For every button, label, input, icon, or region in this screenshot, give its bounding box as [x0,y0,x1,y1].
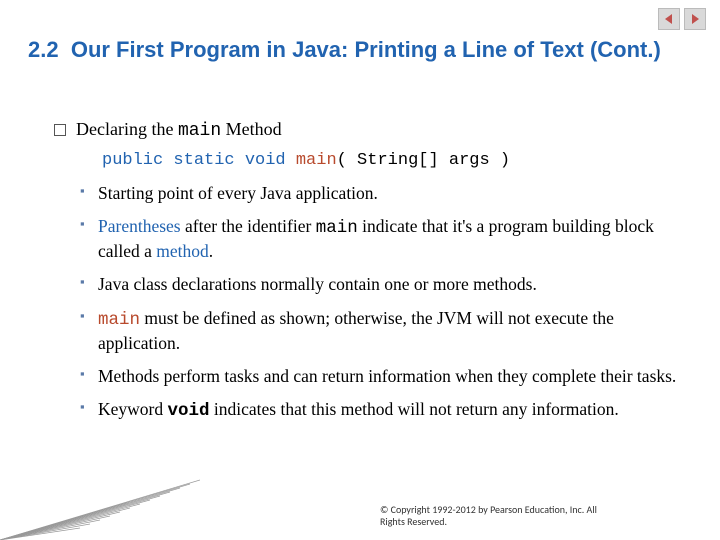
list-item: Methods perform tasks and can return inf… [80,365,680,388]
code-text: main [316,218,358,238]
body-text: must be defined as shown; otherwise, the… [98,308,614,353]
prev-button[interactable] [658,8,680,30]
code-snippet: public static void main( String[] args ) [102,150,680,172]
code-keywords: public static void [102,151,286,170]
heading-item: Declaring the main Method [54,118,680,144]
code-rest: ( String[] args ) [337,151,510,170]
body-text: . [209,241,213,261]
keyword-text: void [168,401,210,421]
copyright-text: © Copyright 1992-2012 by Pearson Educati… [380,504,600,528]
section-number: 2.2 [28,37,59,62]
heading-code: main [178,121,221,141]
code-text: main [98,310,140,330]
body-text: Starting point of every Java application… [98,183,378,203]
next-button[interactable] [684,8,706,30]
list-item: Parentheses after the identifier main in… [80,215,680,263]
body-text: Java class declarations normally contain… [98,274,537,294]
list-item: Keyword void indicates that this method … [80,398,680,423]
slide-body: Declaring the main Method public static … [54,118,680,433]
term-text: method [156,241,209,261]
body-text: Methods perform tasks and can return inf… [98,366,676,386]
corner-decoration [0,460,200,540]
list-item: Java class declarations normally contain… [80,273,680,296]
nav-controls [658,8,706,30]
term-text: Parentheses [98,216,181,236]
slide-title: 2.2 Our First Program in Java: Printing … [28,36,690,65]
heading-pre: Declaring the [76,119,178,139]
body-text: after the identifier [181,216,316,236]
code-function: main [296,151,337,170]
arrow-right-icon [689,13,701,25]
body-text: indicates that this method will not retu… [210,399,619,419]
list-item: Starting point of every Java application… [80,182,680,205]
title-text: Our First Program in Java: Printing a Li… [71,37,661,62]
body-text: Keyword [98,399,168,419]
arrow-left-icon [663,13,675,25]
list-item: main must be defined as shown; otherwise… [80,307,680,355]
heading-post: Method [221,119,282,139]
bullet-list: Starting point of every Java application… [80,182,680,423]
